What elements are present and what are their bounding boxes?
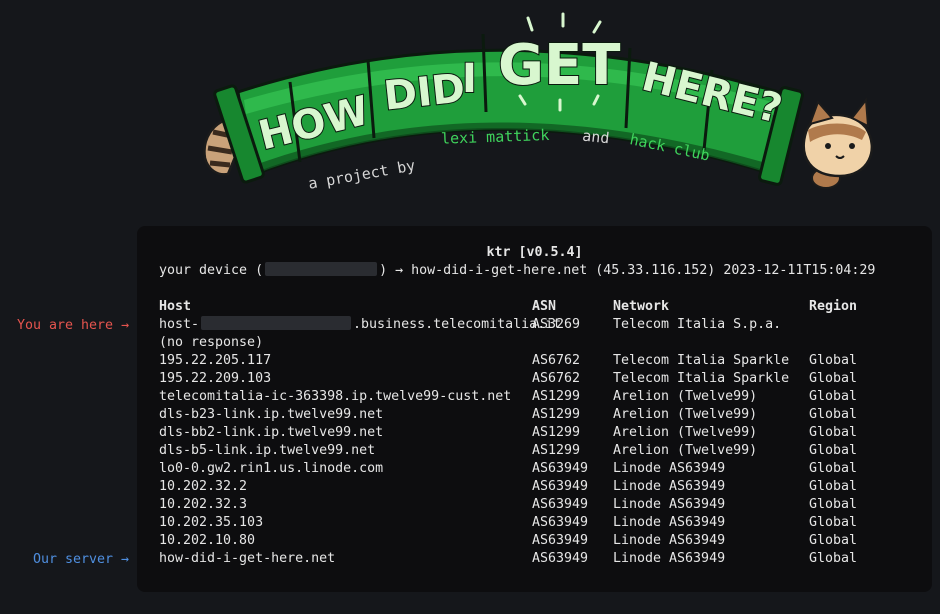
hop-host: dls-b5-link.ip.twelve99.net [159,443,376,458]
hop-region: Global [809,479,858,494]
hop-asn: AS6762 [532,371,581,386]
hop-host: 10.202.32.2 [159,479,248,494]
project-banner: HOW DID I GET HERE? a project by lexi ma… [203,12,874,193]
banner-word-2: DID [382,65,468,119]
banner-subtitle-and: and [581,127,610,148]
hop-network: Linode AS63949 [613,461,726,476]
table-row: telecomitalia-ic-363398.ip.twelve99-cust… [159,388,919,406]
hop-asn: AS1299 [532,389,581,404]
hop-network: Linode AS63949 [613,479,726,494]
page: HOW DID I GET HERE? a project by lexi ma… [0,0,940,614]
banner-author: lexi mattick [441,126,550,148]
banner-word-3: I [462,56,477,102]
traceroute-terminal: ktr [v0.5.4] your device ( ) → how-did-i-… [137,226,932,592]
terminal-title: ktr [v0.5.4] [486,245,583,260]
table-row: 10.202.32.3 AS63949 Linode AS63949 Globa… [159,496,919,514]
table-row: lo0-0.gw2.rin1.us.linode.com AS63949 Lin… [159,460,919,478]
hop-region: Global [809,533,858,548]
hop-host: lo0-0.gw2.rin1.us.linode.com [159,461,384,476]
hop-host: 10.202.35.103 [159,515,264,530]
hop-network: Arelion (Twelve99) [613,425,758,440]
timestamp: 2023-12-11T15:04:29 [723,263,876,278]
banner-subtitle-prefix: a project by [307,156,417,193]
hop-region: Global [809,497,858,512]
hop-host-prefix: host- [159,317,200,332]
column-header-network: Network [613,299,670,314]
table-row: how-did-i-get-here.net AS63949 Linode AS… [159,550,919,568]
hop-network: Arelion (Twelve99) [613,389,758,404]
hop-asn: AS63949 [532,551,589,566]
redacted-ip [265,262,378,276]
table-row: 10.202.35.103 AS63949 Linode AS63949 Glo… [159,514,919,532]
hop-region: Global [809,407,858,422]
table-row: 195.22.209.103 AS6762 Telecom Italia Spa… [159,370,919,388]
hop-network: Arelion (Twelve99) [613,443,758,458]
hop-region: Global [809,389,858,404]
hop-host: telecomitalia-ic-363398.ip.twelve99-cust… [159,389,512,404]
hop-network: Telecom Italia S.p.a. [613,317,782,332]
table-header: Host ASN Network Region [159,298,919,316]
hop-network: Linode AS63949 [613,515,726,530]
hop-host: how-did-i-get-here.net [159,551,336,566]
hop-network: Linode AS63949 [613,551,726,566]
hop-region: Global [809,515,858,530]
hop-asn: AS1299 [532,425,581,440]
hop-network: Telecom Italia Sparkle [613,371,790,386]
hop-region: Global [809,425,858,440]
hop-host: 195.22.205.117 [159,353,272,368]
hop-host: dls-b23-link.ip.twelve99.net [159,407,384,422]
route-summary-prefix: your device ( [159,263,264,278]
hop-network: Linode AS63949 [613,533,726,548]
table-row: 10.202.10.80 AS63949 Linode AS63949 Glob… [159,532,919,550]
hop-region: Global [809,371,858,386]
hop-region: Global [809,353,858,368]
hop-host: (no response) [159,335,264,350]
hop-host: 195.22.209.103 [159,371,272,386]
hop-asn: AS63949 [532,479,589,494]
table-row: host- .business.telecomitalia.it AS3269 T… [159,316,919,334]
our-server-label: Our server → [33,552,130,567]
column-header-region: Region [809,299,858,314]
table-row: (no response) [159,334,919,352]
hop-table: Host ASN Network Region host- .business.t… [159,298,919,568]
hop-asn: AS63949 [532,461,589,476]
table-row: dls-b5-link.ip.twelve99.net AS1299 Areli… [159,442,919,460]
hop-asn: AS1299 [532,407,581,422]
hop-host-suffix: .business.telecomitalia.it [353,317,562,332]
redacted-hostname [201,316,352,330]
column-header-host: Host [159,299,192,314]
table-row: dls-b23-link.ip.twelve99.net AS1299 Arel… [159,406,919,424]
banner-word-4: GET [498,33,620,98]
table-row: dls-bb2-link.ip.twelve99.net AS1299 Arel… [159,424,919,442]
hop-host: 10.202.32.3 [159,497,248,512]
hop-asn: AS1299 [532,443,581,458]
hop-host: dls-bb2-link.ip.twelve99.net [159,425,384,440]
hop-asn: AS63949 [532,497,589,512]
hop-region: Global [809,443,858,458]
raccoon-mascot-icon [802,97,874,189]
hop-host: 10.202.10.80 [159,533,256,548]
hop-asn: AS63949 [532,533,589,548]
hop-network: Telecom Italia Sparkle [613,353,790,368]
hop-region: Global [809,461,858,476]
route-summary: your device ( ) → how-did-i-get-here.net … [159,262,919,280]
you-are-here-label: You are here → [17,318,130,333]
hop-network: Arelion (Twelve99) [613,407,758,422]
hop-network: Linode AS63949 [613,497,726,512]
hop-asn: AS6762 [532,353,581,368]
hop-asn: AS3269 [532,317,581,332]
hop-asn: AS63949 [532,515,589,530]
table-row: 10.202.32.2 AS63949 Linode AS63949 Globa… [159,478,919,496]
table-row: 195.22.205.117 AS6762 Telecom Italia Spa… [159,352,919,370]
hop-region: Global [809,551,858,566]
hop-host: host- .business.telecomitalia.it [159,316,561,334]
route-summary-destination: ) → how-did-i-get-here.net (45.33.116.15… [379,263,716,278]
column-header-asn: ASN [532,299,557,314]
